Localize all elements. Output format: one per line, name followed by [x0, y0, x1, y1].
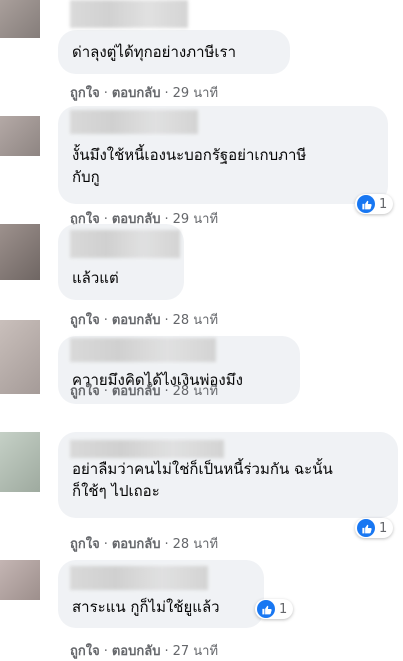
comment-text: สาระแน กูก็ไม่ใช้ยูแล้ว: [72, 598, 220, 616]
commenter-name-blurred[interactable]: [70, 0, 188, 28]
commenter-name-blurred[interactable]: [70, 230, 180, 258]
timestamp[interactable]: 28 นาที: [173, 537, 218, 552]
comment-bubble: แล้วแต่: [58, 224, 184, 300]
comment-text: อย่าลืมว่าคนไม่ใช่ก็เป็นหนี้ร่วมกัน ฉะนั…: [72, 460, 333, 478]
commenter-name-blurred[interactable]: [70, 566, 208, 590]
comment-actions: ถูกใจ · ตอบกลับ · 29 นาที: [70, 86, 219, 101]
reply-link[interactable]: ตอบกลับ: [112, 86, 161, 101]
comment-text: งั้นมึงใช้หนี้เองนะบอกรัฐอย่าเกบภาษี: [72, 146, 307, 164]
timestamp[interactable]: 28 นาที: [173, 384, 218, 399]
commenter-name-blurred[interactable]: [70, 110, 198, 134]
timestamp[interactable]: 29 นาที: [173, 86, 218, 101]
like-thumb-icon: [357, 195, 375, 213]
like-link[interactable]: ถูกใจ: [70, 537, 100, 552]
like-link[interactable]: ถูกใจ: [70, 86, 100, 101]
avatar[interactable]: [0, 320, 40, 394]
comment-text: ด่าลุงตู่ได้ทุกอย่างภาษีเรา: [72, 43, 237, 61]
comment-actions: ถูกใจ · ตอบกลับ · 27 นาที: [70, 644, 219, 659]
reply-link[interactable]: ตอบกลับ: [112, 537, 161, 552]
reaction-count[interactable]: 1: [255, 599, 294, 619]
avatar[interactable]: [0, 560, 40, 600]
comment-bubble: สาระแน กูก็ไม่ใช้ยูแล้ว: [58, 560, 264, 628]
reply-link[interactable]: ตอบกลับ: [112, 313, 161, 328]
timestamp[interactable]: 27 นาที: [173, 644, 218, 659]
timestamp[interactable]: 28 นาที: [173, 313, 218, 328]
reply-link[interactable]: ตอบกลับ: [112, 644, 161, 659]
avatar[interactable]: [0, 432, 40, 492]
comment-actions: ถูกใจ · ตอบกลับ · 28 นาที: [70, 313, 219, 328]
like-link[interactable]: ถูกใจ: [70, 313, 100, 328]
comment-text: ก็ใช้ๆ ไปเถอะ: [72, 482, 160, 500]
comment-actions: ถูกใจ · ตอบกลับ · 28 นาที: [70, 384, 219, 399]
reaction-count[interactable]: 1: [355, 194, 394, 214]
like-link[interactable]: ถูกใจ: [70, 384, 100, 399]
comment-bubble: งั้นมึงใช้หนี้เองนะบอกรัฐอย่าเกบภาษี กับ…: [58, 106, 388, 204]
avatar[interactable]: [0, 224, 40, 280]
comment-text: กับกู: [72, 168, 100, 186]
like-thumb-icon: [257, 600, 275, 618]
reply-link[interactable]: ตอบกลับ: [112, 384, 161, 399]
comment-actions: ถูกใจ · ตอบกลับ · 28 นาที: [70, 537, 219, 552]
commenter-name-blurred[interactable]: [70, 338, 216, 362]
like-link[interactable]: ถูกใจ: [70, 644, 100, 659]
comment-bubble: ด่าลุงตู่ได้ทุกอย่างภาษีเรา: [58, 0, 290, 74]
avatar[interactable]: [0, 0, 40, 38]
timestamp[interactable]: 29 นาที: [173, 212, 218, 227]
reaction-count[interactable]: 1: [355, 518, 394, 538]
avatar[interactable]: [0, 116, 40, 156]
comment-bubble: อย่าลืมว่าคนไม่ใช่ก็เป็นหนี้ร่วมกัน ฉะนั…: [58, 432, 398, 518]
like-thumb-icon: [357, 519, 375, 537]
commenter-name-blurred[interactable]: [70, 440, 224, 458]
comment-text: แล้วแต่: [72, 269, 119, 287]
